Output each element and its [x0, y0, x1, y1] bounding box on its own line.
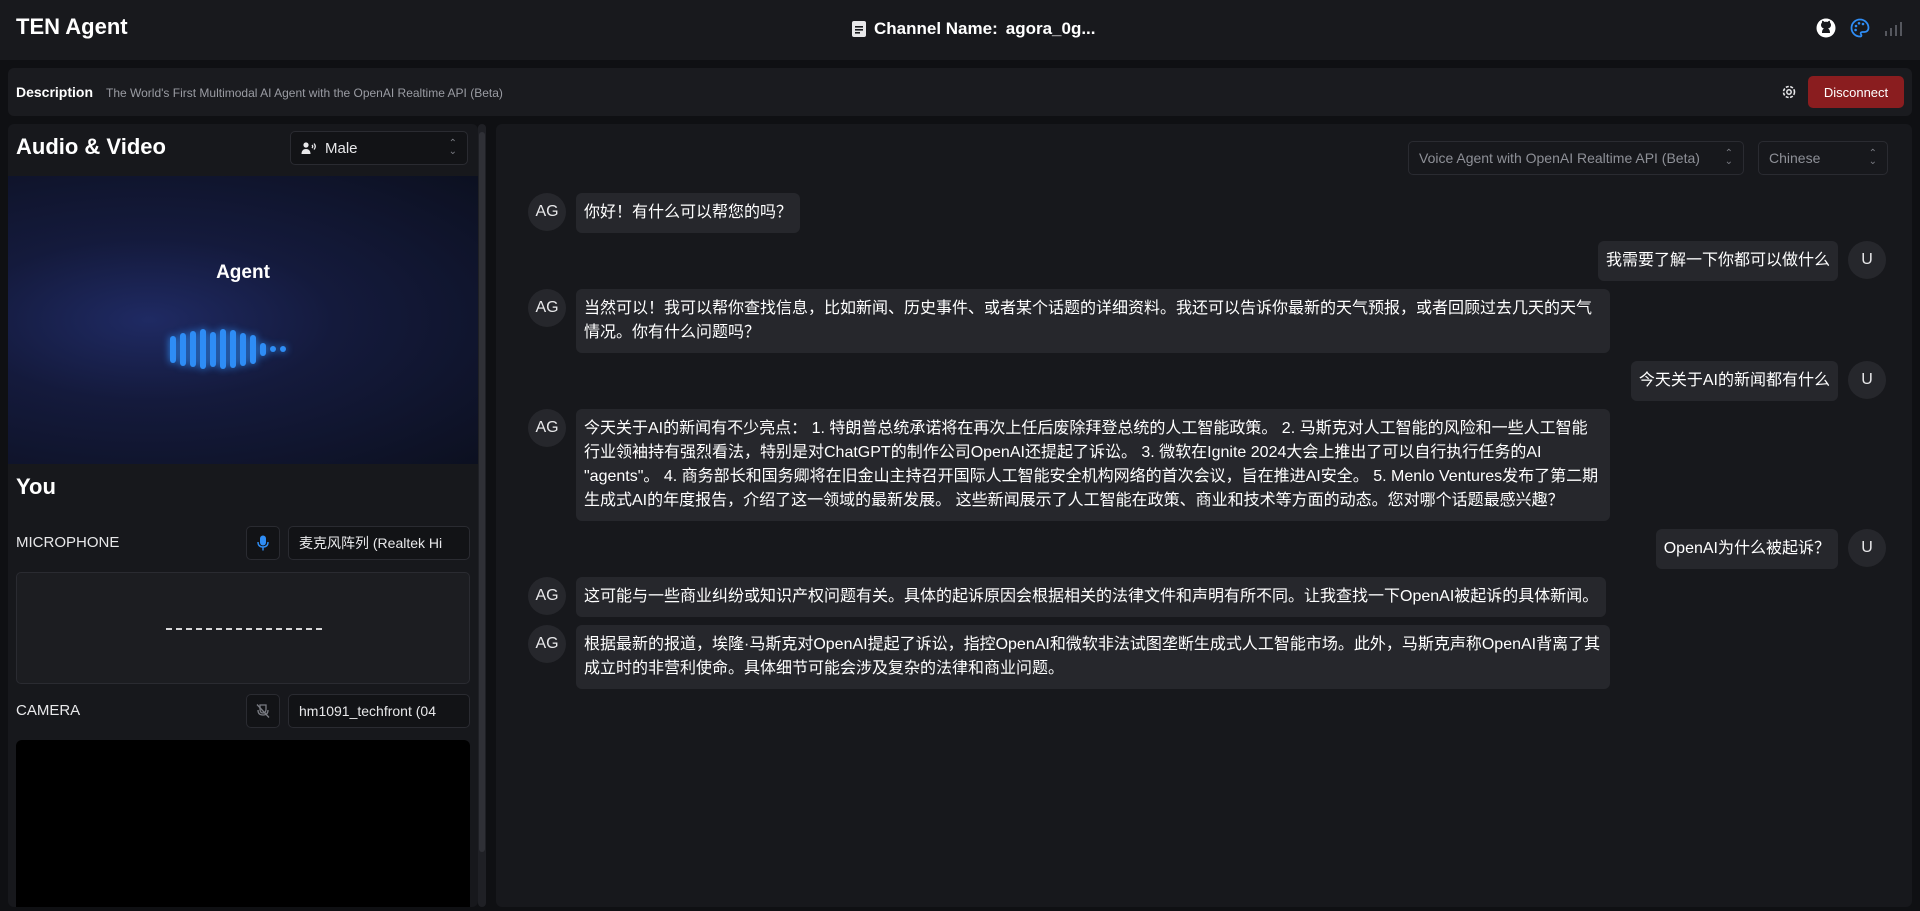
message-bubble: 根据最新的报道，埃隆·马斯克对OpenAI提起了诉讼，指控OpenAI和微软非法…	[576, 625, 1610, 689]
chat-panel: Voice Agent with OpenAI Realtime API (Be…	[496, 124, 1912, 907]
app-title: TEN Agent	[16, 14, 128, 39]
gear-icon[interactable]	[1780, 83, 1798, 101]
visualizer-bar	[270, 346, 276, 352]
left-panel: Audio & Video Male ⌃ ⌄ Agent You MICROPHO…	[8, 124, 478, 907]
agent-avatar: AG	[528, 577, 566, 615]
disconnect-button[interactable]: Disconnect	[1808, 76, 1904, 108]
agent-stage: Agent	[8, 176, 478, 464]
user-avatar: U	[1848, 529, 1886, 567]
channel-label: Channel Name:	[874, 19, 998, 38]
visualizer-bar	[250, 334, 256, 364]
description-text: The World's First Multimodal AI Agent wi…	[106, 86, 503, 100]
message-bubble: 我需要了解一下你都可以做什么	[1597, 241, 1838, 281]
visualizer-bar	[170, 335, 176, 363]
agent-avatar: AG	[528, 193, 566, 231]
agent-audio-visualizer	[170, 324, 286, 374]
language-select-value: Chinese	[1769, 150, 1821, 166]
microphone-level-line	[166, 628, 322, 630]
chevron-updown-icon: ⌃ ⌄	[448, 138, 457, 157]
github-icon[interactable]	[1816, 18, 1836, 38]
voice-select-value: Male	[325, 139, 358, 157]
microphone-toggle-button[interactable]	[246, 526, 280, 560]
agent-avatar: AG	[528, 409, 566, 447]
graph-select-value: Voice Agent with OpenAI Realtime API (Be…	[1419, 150, 1700, 166]
left-panel-scrollbar[interactable]	[478, 124, 486, 907]
microphone-device-value: 麦克风阵列 (Realtek Hi	[299, 535, 443, 551]
chat-message-user: 今天关于AI的新闻都有什么 U	[1630, 361, 1886, 401]
channel-value: agora_0g...	[1005, 19, 1096, 38]
language-select[interactable]: Chinese ⌃ ⌄	[1758, 141, 1888, 175]
agent-avatar: AG	[528, 625, 566, 663]
message-bubble: OpenAI为什么被起诉？	[1655, 529, 1838, 569]
you-title: You	[16, 474, 56, 499]
microphone-icon	[257, 535, 269, 551]
description-label: Description	[16, 84, 94, 100]
camera-device-select[interactable]: hm1091_techfront (04	[288, 694, 470, 728]
visualizer-bar	[180, 332, 186, 366]
camera-toggle-button[interactable]	[246, 694, 280, 728]
palette-icon[interactable]	[1850, 18, 1870, 38]
channel-info: Channel Name: agora_0g...	[852, 19, 1096, 39]
camera-preview	[16, 740, 470, 907]
user-avatar: U	[1848, 241, 1886, 279]
chat-message-user: OpenAI为什么被起诉？ U	[1655, 529, 1886, 569]
visualizer-bar	[230, 330, 236, 368]
message-bubble: 你好！有什么可以帮您的吗？	[576, 193, 801, 233]
visualizer-bar	[280, 346, 286, 352]
user-avatar: U	[1848, 361, 1886, 399]
visualizer-bar	[240, 332, 246, 366]
visualizer-bar	[220, 329, 226, 369]
visualizer-bar	[210, 331, 216, 367]
microphone-visualizer	[16, 572, 470, 684]
visualizer-bar	[260, 342, 266, 356]
top-header: TEN Agent Channel Name: agora_0g...	[0, 0, 1920, 60]
message-bubble: 这可能与一些商业纠纷或知识产权问题有关。具体的起诉原因会根据相关的法律文件和声明…	[576, 577, 1607, 617]
chat-message-agent: AG 当然可以！我可以帮你查找信息，比如新闻、历史事件、或者某个话题的详细资料。…	[528, 289, 1610, 353]
agent-label: Agent	[216, 262, 270, 283]
document-icon	[852, 21, 866, 37]
chat-message-agent: AG 今天关于AI的新闻有不少亮点： 1. 特朗普总统承诺将在再次上任后废除拜登…	[528, 409, 1610, 521]
message-bubble: 今天关于AI的新闻都有什么	[1630, 361, 1838, 401]
signal-icon	[1884, 19, 1902, 37]
visualizer-bar	[190, 331, 196, 367]
chevron-updown-icon: ⌃ ⌄	[1724, 148, 1733, 167]
agent-avatar: AG	[528, 289, 566, 327]
camera-off-icon	[255, 703, 271, 719]
chat-message-agent: AG 这可能与一些商业纠纷或知识产权问题有关。具体的起诉原因会根据相关的法律文件…	[528, 577, 1607, 617]
chevron-updown-icon: ⌃ ⌄	[1868, 148, 1877, 167]
message-bubble: 今天关于AI的新闻有不少亮点： 1. 特朗普总统承诺将在再次上任后废除拜登总统的…	[576, 409, 1610, 521]
microphone-label: MICROPHONE	[16, 534, 120, 551]
camera-label: CAMERA	[16, 702, 81, 719]
visualizer-bar	[200, 329, 206, 369]
description-bar: Description The World's First Multimodal…	[8, 68, 1912, 116]
camera-device-value: hm1091_techfront (04	[299, 703, 436, 719]
scrollbar-thumb[interactable]	[479, 132, 485, 852]
microphone-device-select[interactable]: 麦克风阵列 (Realtek Hi	[288, 526, 470, 560]
voice-icon	[301, 141, 317, 155]
audio-video-title: Audio & Video	[16, 134, 166, 159]
chat-message-user: 我需要了解一下你都可以做什么 U	[1597, 241, 1886, 281]
message-bubble: 当然可以！我可以帮你查找信息，比如新闻、历史事件、或者某个话题的详细资料。我还可…	[576, 289, 1610, 353]
chat-message-agent: AG 根据最新的报道，埃隆·马斯克对OpenAI提起了诉讼，指控OpenAI和微…	[528, 625, 1610, 689]
chat-message-agent: AG 你好！有什么可以帮您的吗？	[528, 193, 801, 233]
voice-select[interactable]: Male ⌃ ⌄	[290, 131, 468, 165]
graph-select[interactable]: Voice Agent with OpenAI Realtime API (Be…	[1408, 141, 1744, 175]
